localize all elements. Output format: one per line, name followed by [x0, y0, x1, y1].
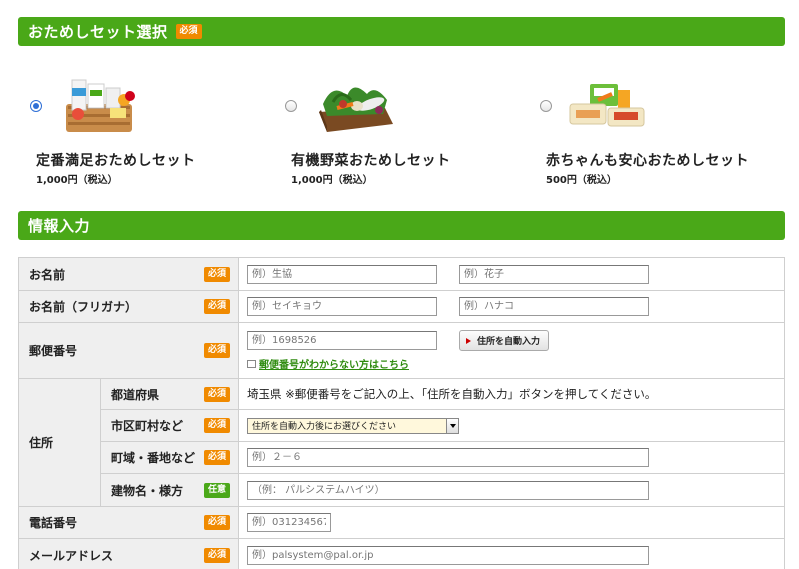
street-value-cell [239, 442, 784, 473]
email-input[interactable] [247, 546, 649, 565]
zip-input-group: 住所を自動入力 [247, 330, 550, 351]
info-section-title: 情報入力 [28, 217, 91, 235]
required-badge: 必須 [203, 548, 230, 563]
required-badge: 必須 [203, 418, 230, 433]
zip-help-link-label: 郵便番号がわからない方はこちら [259, 360, 409, 371]
zip-input[interactable] [247, 331, 437, 350]
building-label: 建物名・様方 [111, 483, 184, 498]
first-name-input[interactable] [459, 264, 649, 284]
building-row: 建物名・様方 任意 [101, 474, 784, 506]
zip-label-cell: 郵便番号 必須 [19, 323, 239, 378]
prefecture-value: 埼玉県 ※郵便番号をご記入の上、「住所を自動入力」ボタンを押してください。 [247, 387, 657, 401]
address-sub-rows: 都道府県 必須 埼玉県 ※郵便番号をご記入の上、「住所を自動入力」ボタンを押して… [101, 379, 784, 506]
email-value-cell [239, 539, 784, 569]
email-row: メールアドレス 必須 [19, 539, 784, 569]
info-form: お名前 必須 お名前（フリガナ） 必須 郵便番号 必須 [18, 257, 785, 569]
baby-set-image [569, 84, 645, 127]
required-badge: 必須 [203, 450, 230, 465]
kana-value-cell [239, 291, 784, 322]
window-link-icon [247, 359, 256, 368]
building-value-cell [239, 474, 784, 506]
auto-address-button-label: 住所を自動入力 [477, 337, 541, 347]
set-radio-baby[interactable] [540, 100, 552, 112]
set-name-standard: 定番満足おためしセット [36, 153, 196, 169]
last-name-kana-input[interactable] [247, 297, 437, 316]
name-label: お名前 [29, 267, 66, 282]
required-badge: 必須 [203, 386, 230, 402]
set-name-organic: 有機野菜おためしセット [291, 153, 451, 169]
play-arrow-icon [466, 337, 471, 344]
city-label: 市区町村など [111, 419, 184, 433]
prefecture-row: 都道府県 必須 埼玉県 ※郵便番号をご記入の上、「住所を自動入力」ボタンを押して… [101, 379, 784, 410]
name-value-cell [239, 258, 784, 290]
address-label-cell: 住所 [19, 379, 101, 506]
set-radio-standard[interactable] [30, 100, 42, 112]
kana-row: お名前（フリガナ） 必須 [19, 291, 784, 323]
set-name-baby: 赤ちゃんも安心おためしセット [546, 153, 749, 169]
set-price-standard: 1,000円（税込） [36, 175, 118, 186]
building-input[interactable] [247, 480, 649, 500]
phone-input[interactable] [247, 513, 331, 532]
phone-label-cell: 電話番号 必須 [19, 507, 239, 538]
city-select[interactable]: 住所を自動入力後にお選びください [247, 417, 459, 434]
first-name-kana-input[interactable] [459, 297, 649, 316]
set-price-baby: 500円（税込） [546, 175, 617, 186]
zip-row: 郵便番号 必須 住所を自動入力 郵便番号がわからない方はこちら [19, 323, 784, 379]
phone-value-cell [239, 507, 784, 538]
kana-label-cell: お名前（フリガナ） 必須 [19, 291, 239, 322]
auto-address-button[interactable]: 住所を自動入力 [459, 330, 550, 351]
organic-set-image [319, 87, 393, 132]
prefecture-label: 都道府県 [111, 387, 160, 402]
phone-row: 電話番号 必須 [19, 507, 784, 539]
required-badge: 必須 [203, 266, 230, 282]
info-section-header: 情報入力 [18, 211, 785, 240]
address-row: 住所 都道府県 必須 埼玉県 ※郵便番号をご記入の上、「住所を自動入力」ボタンを… [19, 379, 784, 507]
city-select-value: 住所を自動入力後にお選びください [252, 422, 397, 432]
required-badge: 必須 [203, 343, 230, 358]
prefecture-label-cell: 都道府県 必須 [101, 379, 239, 409]
building-label-cell: 建物名・様方 任意 [101, 474, 239, 506]
kana-label: お名前（フリガナ） [29, 300, 138, 314]
set-option-organic[interactable]: 有機野菜おためしセット 1,000円（税込） [273, 70, 513, 190]
prefecture-value-cell: 埼玉県 ※郵便番号をご記入の上、「住所を自動入力」ボタンを押してください。 [239, 379, 784, 409]
email-label: メールアドレス [29, 549, 114, 563]
required-badge: 必須 [203, 515, 230, 530]
set-option-baby[interactable]: 赤ちゃんも安心おためしセット 500円（税込） [528, 70, 768, 190]
set-option-standard[interactable]: 定番満足おためしセット 1,000円（税込） [18, 70, 258, 190]
street-row: 町域・番地など 必須 [101, 442, 784, 474]
chevron-down-icon [446, 418, 458, 433]
address-label: 住所 [29, 436, 54, 450]
name-label-cell: お名前 必須 [19, 258, 239, 290]
name-row: お名前 必須 [19, 258, 784, 291]
set-price-organic: 1,000円（税込） [291, 175, 373, 186]
city-row: 市区町村など 必須 住所を自動入力後にお選びください [101, 410, 784, 442]
standard-set-image [66, 79, 135, 132]
city-label-cell: 市区町村など 必須 [101, 410, 239, 441]
required-badge: 必須 [175, 24, 202, 39]
zip-label: 郵便番号 [29, 344, 78, 358]
set-section-title: おためしセット選択 [28, 23, 168, 41]
set-section-header: おためしセット選択 必須 [18, 17, 785, 46]
zip-help-link[interactable]: 郵便番号がわからない方はこちら [247, 356, 409, 371]
required-badge: 必須 [203, 299, 230, 314]
set-radio-organic[interactable] [285, 100, 297, 112]
last-name-input[interactable] [247, 264, 437, 284]
street-input[interactable] [247, 448, 649, 467]
phone-label: 電話番号 [29, 516, 78, 530]
city-value-cell: 住所を自動入力後にお選びください [239, 410, 784, 441]
street-label-cell: 町域・番地など 必須 [101, 442, 239, 473]
street-label: 町域・番地など [111, 451, 196, 465]
optional-badge: 任意 [203, 482, 230, 498]
email-label-cell: メールアドレス 必須 [19, 539, 239, 569]
zip-value-cell: 住所を自動入力 郵便番号がわからない方はこちら [239, 323, 784, 378]
